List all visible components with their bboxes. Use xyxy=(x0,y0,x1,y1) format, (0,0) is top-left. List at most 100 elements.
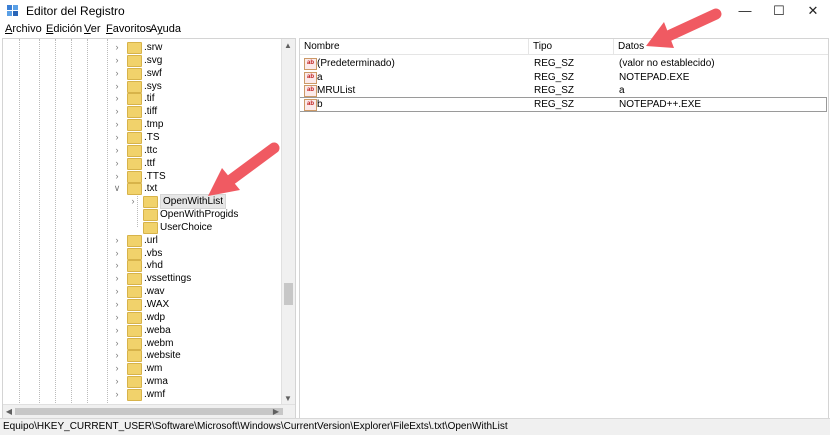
tree-item-label: .wmf xyxy=(144,388,166,400)
tree-vertical-scroll-thumb[interactable] xyxy=(284,283,293,305)
tree-item[interactable]: › .ttc xyxy=(3,144,281,157)
tree-item-label: .tiff xyxy=(144,106,158,118)
expand-chevron-icon[interactable]: › xyxy=(113,259,121,272)
expand-chevron-icon[interactable]: › xyxy=(113,118,121,131)
tree-item[interactable]: › .TTS xyxy=(3,170,281,183)
tree-item[interactable]: › .tiff xyxy=(3,105,281,119)
tree-item-label: .svg xyxy=(144,54,163,66)
menu-edicion[interactable]: Edición xyxy=(46,23,82,35)
tree-item[interactable]: › .tmp xyxy=(3,118,281,132)
expand-chevron-icon[interactable] xyxy=(129,208,137,221)
folder-icon xyxy=(127,131,142,144)
expand-chevron-icon[interactable]: › xyxy=(113,157,121,170)
tree-subitem[interactable]: UserChoice xyxy=(3,221,281,234)
string-value-icon: ab xyxy=(304,58,317,70)
expand-chevron-icon[interactable]: › xyxy=(113,144,121,157)
tree-item-label: .website xyxy=(144,350,181,362)
maximize-button[interactable]: ☐ xyxy=(764,0,794,22)
value-row[interactable]: ab b REG_SZ NOTEPAD++.EXE xyxy=(300,96,827,112)
collapse-chevron-icon[interactable]: ∨ xyxy=(113,182,121,195)
tree-subitem[interactable]: › OpenWithList xyxy=(3,194,281,210)
expand-chevron-icon[interactable]: › xyxy=(113,105,121,118)
tree-item[interactable]: › .wmf xyxy=(3,388,281,401)
tree-item-label: OpenWithProgids xyxy=(160,209,239,221)
tree-item-label: .sys xyxy=(144,80,162,92)
folder-icon xyxy=(127,299,142,311)
expand-chevron-icon[interactable]: › xyxy=(113,41,121,54)
folder-icon xyxy=(127,183,142,196)
expand-chevron-icon[interactable]: › xyxy=(113,337,121,350)
menu-archivo[interactable]: Archivo xyxy=(5,23,42,35)
tree-item[interactable]: › .srw xyxy=(3,41,281,54)
column-header-tipo[interactable]: Tipo xyxy=(529,39,614,55)
expand-chevron-icon[interactable]: › xyxy=(113,272,121,285)
expand-chevron-icon[interactable]: › xyxy=(113,298,121,311)
tree-item[interactable]: › .ttf xyxy=(3,157,281,170)
value-row[interactable]: ab a REG_SZ NOTEPAD.EXE xyxy=(300,71,826,84)
menu-ver[interactable]: Ver xyxy=(84,23,101,35)
scroll-right-icon[interactable]: ▶ xyxy=(270,405,282,418)
tree-item[interactable]: › .url xyxy=(3,234,281,247)
tree-item[interactable]: › .weba xyxy=(3,324,281,337)
tree-item[interactable]: › .wma xyxy=(3,375,281,389)
tree-item[interactable]: › .tif xyxy=(3,92,281,106)
column-header-nombre[interactable]: Nombre xyxy=(300,39,529,55)
expand-chevron-icon[interactable]: › xyxy=(113,54,121,67)
tree-horizontal-scroll-thumb[interactable] xyxy=(15,408,283,415)
menu-ayuda[interactable]: Ayuda xyxy=(150,23,181,35)
tree-vertical-scrollbar[interactable]: ▲ ▼ xyxy=(281,39,295,405)
expand-chevron-icon[interactable]: › xyxy=(113,362,121,375)
tree-item[interactable]: › .svg xyxy=(3,54,281,67)
menu-favoritos[interactable]: Favoritos xyxy=(106,23,151,35)
expand-chevron-icon[interactable]: › xyxy=(113,285,121,298)
expand-chevron-icon[interactable]: › xyxy=(113,170,121,183)
tree-item[interactable]: › .wm xyxy=(3,362,281,376)
tree-horizontal-scrollbar[interactable]: ◀ ▶ xyxy=(3,404,295,418)
expand-chevron-icon[interactable]: › xyxy=(113,324,121,337)
tree-item[interactable]: › .webm xyxy=(3,337,281,350)
expand-chevron-icon[interactable] xyxy=(129,221,137,234)
expand-chevron-icon[interactable]: › xyxy=(113,92,121,105)
column-header-datos[interactable]: Datos xyxy=(614,39,828,55)
tree-subitem[interactable]: OpenWithProgids xyxy=(3,208,281,222)
tree-item-expanded[interactable]: ∨ .txt xyxy=(3,182,281,196)
expand-chevron-icon[interactable]: › xyxy=(113,131,121,144)
string-value-icon: ab xyxy=(304,98,317,111)
expand-chevron-icon[interactable]: › xyxy=(113,234,121,247)
values-list-pane[interactable]: Nombre Tipo Datos ab (Predeterminado) REG_… xyxy=(299,38,829,419)
tree-item[interactable]: › .wdp xyxy=(3,311,281,324)
scroll-left-icon[interactable]: ◀ xyxy=(3,405,15,418)
menu-archivo-rest: rchivo xyxy=(12,23,42,35)
close-button[interactable]: ✕ xyxy=(798,0,828,22)
value-row[interactable]: ab (Predeterminado) REG_SZ (valor no establ… xyxy=(300,57,826,70)
key-tree-pane[interactable]: › .srw › .svg › .swf › .sys › .tif › .tiff › .tmp › .TS… xyxy=(2,38,296,419)
tree-item[interactable]: › .swf xyxy=(3,67,281,80)
tree-item[interactable]: › .WAX xyxy=(3,298,281,311)
expand-chevron-icon[interactable]: › xyxy=(113,247,121,260)
expand-chevron-icon[interactable]: › xyxy=(113,349,121,362)
tree-item-label: .wdp xyxy=(144,311,166,323)
expand-chevron-icon[interactable]: › xyxy=(113,388,121,401)
value-data: NOTEPAD.EXE xyxy=(619,71,690,83)
expand-chevron-icon[interactable]: › xyxy=(113,311,121,324)
tree-item[interactable]: › .sys xyxy=(3,80,281,93)
tree-item[interactable]: › .vssettings xyxy=(3,272,281,286)
tree-item[interactable]: › .wav xyxy=(3,285,281,299)
expand-chevron-icon[interactable]: › xyxy=(113,375,121,388)
scroll-up-icon[interactable]: ▲ xyxy=(282,39,294,52)
expand-chevron-icon[interactable]: › xyxy=(129,195,137,208)
minimize-button[interactable]: — xyxy=(730,0,760,22)
value-row[interactable]: ab MRUList REG_SZ a xyxy=(300,84,826,97)
expand-chevron-icon[interactable]: › xyxy=(113,67,121,80)
string-value-icon: ab xyxy=(304,71,317,84)
tree-item[interactable]: › .vbs xyxy=(3,247,281,260)
value-name: MRUList xyxy=(317,85,356,96)
tree-item-label: .TTS xyxy=(144,170,166,182)
expand-chevron-icon[interactable]: › xyxy=(113,80,121,93)
tree-item[interactable]: › .vhd xyxy=(3,259,281,273)
tree-item[interactable]: › .website xyxy=(3,349,281,363)
tree-item-label: .ttf xyxy=(144,157,156,169)
tree-item[interactable]: › .TS xyxy=(3,131,281,144)
folder-icon xyxy=(127,234,142,247)
folder-icon xyxy=(143,209,158,222)
